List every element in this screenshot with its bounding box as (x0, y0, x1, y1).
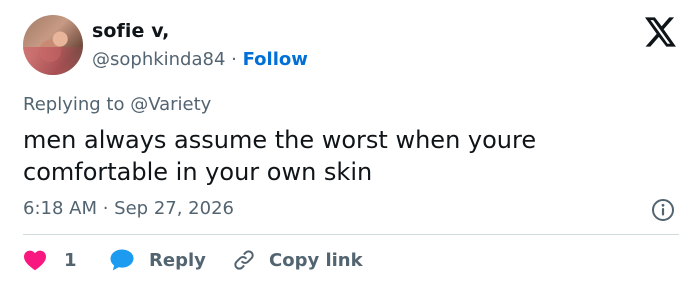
tweet-embed-card: sofie v, @sophkinda84 · Follow Replying … (0, 0, 700, 287)
like-button[interactable]: 1 (23, 248, 77, 272)
author-handle-row: @sophkinda84 · Follow (92, 49, 308, 70)
replying-mention[interactable]: @Variety (130, 94, 211, 115)
timestamp-separator: · (97, 198, 115, 219)
replying-to: Replying to @Variety (23, 94, 211, 115)
handle-separator: · (225, 49, 243, 70)
avatar[interactable] (23, 15, 83, 75)
author-name[interactable]: sofie v, (92, 20, 170, 42)
divider (23, 234, 679, 235)
heart-icon (24, 250, 46, 271)
info-icon[interactable] (651, 198, 675, 222)
copy-link-label: Copy link (269, 249, 363, 271)
link-icon (234, 250, 254, 270)
tweet-timestamp[interactable]: 6:18 AM · Sep 27, 2026 (23, 198, 234, 219)
reply-button[interactable]: Reply (109, 248, 206, 272)
author-handle[interactable]: @sophkinda84 (92, 49, 225, 70)
like-count: 1 (64, 249, 77, 271)
tweet-time: 6:18 AM (23, 198, 97, 219)
x-logo-icon[interactable] (645, 17, 677, 47)
copy-link-button[interactable]: Copy link (232, 248, 363, 272)
speech-bubble-icon (110, 249, 134, 271)
tweet-text: men always assume the worst when youre c… (23, 126, 537, 186)
reply-label: Reply (149, 249, 206, 271)
follow-button[interactable]: Follow (243, 49, 308, 70)
replying-prefix: Replying to (23, 94, 131, 115)
tweet-date: Sep 27, 2026 (114, 198, 234, 219)
